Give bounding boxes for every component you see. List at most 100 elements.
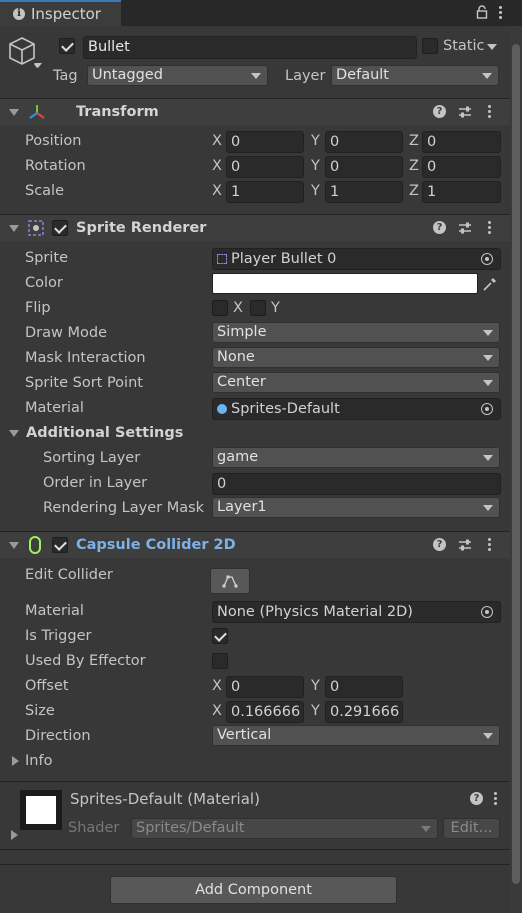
position-y-field[interactable]: 0 bbox=[325, 131, 403, 153]
divider bbox=[0, 849, 510, 850]
used-by-effector-checkbox[interactable] bbox=[212, 653, 228, 669]
collider-header[interactable]: Capsule Collider 2D ? bbox=[0, 532, 510, 558]
transform-header[interactable]: Transform ? bbox=[0, 99, 510, 125]
help-icon[interactable]: ? bbox=[433, 538, 446, 551]
shader-edit-button[interactable]: Edit... bbox=[443, 818, 500, 839]
object-picker-icon[interactable] bbox=[481, 253, 493, 265]
scrollbar-thumb[interactable] bbox=[512, 44, 520, 884]
mask-interaction-dropdown[interactable]: None bbox=[212, 347, 500, 368]
material-preview bbox=[20, 790, 62, 830]
icon-dropdown-arrow[interactable] bbox=[34, 63, 42, 68]
rotation-z-axis[interactable]: Z bbox=[409, 158, 419, 174]
rotation-label: Rotation bbox=[25, 158, 86, 174]
fold-icon[interactable] bbox=[9, 430, 19, 437]
material-menu-icon[interactable] bbox=[494, 792, 498, 806]
component-menu-icon[interactable] bbox=[488, 538, 492, 552]
edit-collider-label: Edit Collider bbox=[25, 567, 113, 583]
material-field[interactable]: Sprites-Default bbox=[212, 398, 501, 420]
flip-y-checkbox[interactable] bbox=[250, 300, 266, 316]
layer-dropdown[interactable]: Default bbox=[331, 65, 499, 86]
scale-z-field[interactable]: 1 bbox=[422, 181, 501, 203]
offset-x-field[interactable]: 0 bbox=[226, 676, 304, 698]
order-in-layer-field[interactable]: 0 bbox=[212, 473, 501, 495]
draw-mode-dropdown[interactable]: Simple bbox=[212, 322, 500, 343]
offset-y-field[interactable]: 0 bbox=[325, 676, 403, 698]
position-z-field[interactable]: 0 bbox=[422, 131, 501, 153]
collider-material-field[interactable]: None (Physics Material 2D) bbox=[212, 601, 501, 623]
direction-dropdown[interactable]: Vertical bbox=[212, 725, 500, 746]
flip-x-checkbox[interactable] bbox=[212, 300, 228, 316]
active-checkbox[interactable] bbox=[59, 38, 75, 54]
offset-y-axis[interactable]: Y bbox=[311, 678, 320, 694]
name-field[interactable]: Bullet bbox=[83, 36, 417, 59]
sprite-asset-icon bbox=[217, 254, 227, 264]
scale-x-axis[interactable]: X bbox=[212, 183, 222, 199]
scale-z-axis[interactable]: Z bbox=[409, 183, 419, 199]
tag-dropdown[interactable]: Untagged bbox=[87, 65, 268, 86]
mask-interaction-label: Mask Interaction bbox=[25, 350, 146, 366]
size-y-field[interactable]: 0.291666 bbox=[325, 701, 403, 723]
help-icon[interactable]: ? bbox=[470, 792, 483, 805]
position-x-axis[interactable]: X bbox=[212, 133, 222, 149]
position-y-axis[interactable]: Y bbox=[311, 133, 320, 149]
preset-icon[interactable] bbox=[458, 105, 472, 119]
help-icon[interactable]: ? bbox=[433, 221, 446, 234]
info-foldout-label[interactable]: Info bbox=[25, 753, 52, 769]
size-x-axis[interactable]: X bbox=[212, 703, 222, 719]
tab-inspector[interactable]: i Inspector bbox=[0, 0, 121, 26]
object-picker-icon[interactable] bbox=[481, 606, 493, 618]
help-icon[interactable]: ? bbox=[433, 105, 446, 118]
scale-y-field[interactable]: 1 bbox=[325, 181, 403, 203]
scale-x-field[interactable]: 1 bbox=[226, 181, 304, 203]
rotation-y-field[interactable]: 0 bbox=[325, 156, 403, 178]
sorting-layer-dropdown[interactable]: game bbox=[212, 447, 500, 468]
capsule-collider-icon bbox=[29, 536, 41, 554]
additional-settings-label[interactable]: Additional Settings bbox=[26, 425, 183, 441]
sprite-renderer-header[interactable]: Sprite Renderer ? bbox=[0, 215, 510, 241]
component-menu-icon[interactable] bbox=[488, 105, 492, 119]
preset-icon[interactable] bbox=[458, 538, 472, 552]
tag-label: Tag bbox=[53, 68, 78, 84]
flip-x-label: X bbox=[233, 300, 243, 316]
rotation-x-axis[interactable]: X bbox=[212, 158, 222, 174]
rotation-y-axis[interactable]: Y bbox=[311, 158, 320, 174]
position-x-field[interactable]: 0 bbox=[226, 131, 304, 153]
sorting-layer-value: game bbox=[217, 449, 259, 465]
scale-y-axis[interactable]: Y bbox=[311, 183, 320, 199]
object-picker-icon[interactable] bbox=[481, 403, 493, 415]
lock-icon[interactable] bbox=[476, 5, 488, 19]
rotation-x-field[interactable]: 0 bbox=[226, 156, 304, 178]
rendering-layer-mask-dropdown[interactable]: Layer1 bbox=[212, 497, 500, 518]
size-x-field[interactable]: 0.166666 bbox=[226, 701, 304, 723]
material-asset-title: Sprites-Default (Material) bbox=[70, 790, 260, 808]
chevron-down-icon bbox=[483, 330, 493, 336]
expand-icon[interactable] bbox=[12, 756, 19, 766]
material-preview-swatch bbox=[26, 796, 56, 824]
collider-title[interactable]: Capsule Collider 2D bbox=[76, 537, 236, 553]
eyedropper-icon[interactable] bbox=[481, 275, 499, 293]
collider-material-value: None (Physics Material 2D) bbox=[217, 604, 413, 620]
color-swatch[interactable] bbox=[212, 273, 478, 294]
static-checkbox[interactable] bbox=[422, 38, 438, 54]
shader-dropdown[interactable]: Sprites/Default bbox=[131, 818, 438, 839]
used-by-effector-label: Used By Effector bbox=[25, 653, 146, 669]
expand-icon[interactable] bbox=[11, 830, 18, 840]
sprite-label: Sprite bbox=[25, 250, 69, 266]
shader-label: Shader bbox=[68, 820, 120, 836]
preset-icon[interactable] bbox=[458, 221, 472, 235]
sprite-renderer-enabled-checkbox[interactable] bbox=[52, 220, 68, 236]
component-menu-icon[interactable] bbox=[488, 221, 492, 235]
position-z-axis[interactable]: Z bbox=[409, 133, 419, 149]
sort-point-dropdown[interactable]: Center bbox=[212, 372, 500, 393]
rotation-z-field[interactable]: 0 bbox=[422, 156, 501, 178]
sprite-field[interactable]: Player Bullet 0 bbox=[212, 248, 501, 270]
chevron-down-icon bbox=[421, 826, 431, 832]
add-component-button[interactable]: Add Component bbox=[110, 876, 397, 904]
static-dropdown-arrow[interactable] bbox=[487, 44, 497, 50]
window-menu-icon[interactable] bbox=[499, 6, 503, 20]
is-trigger-checkbox[interactable] bbox=[212, 628, 228, 644]
edit-collider-button[interactable] bbox=[210, 568, 250, 594]
offset-x-axis[interactable]: X bbox=[212, 678, 222, 694]
size-y-axis[interactable]: Y bbox=[311, 703, 320, 719]
collider-enabled-checkbox[interactable] bbox=[52, 537, 68, 553]
